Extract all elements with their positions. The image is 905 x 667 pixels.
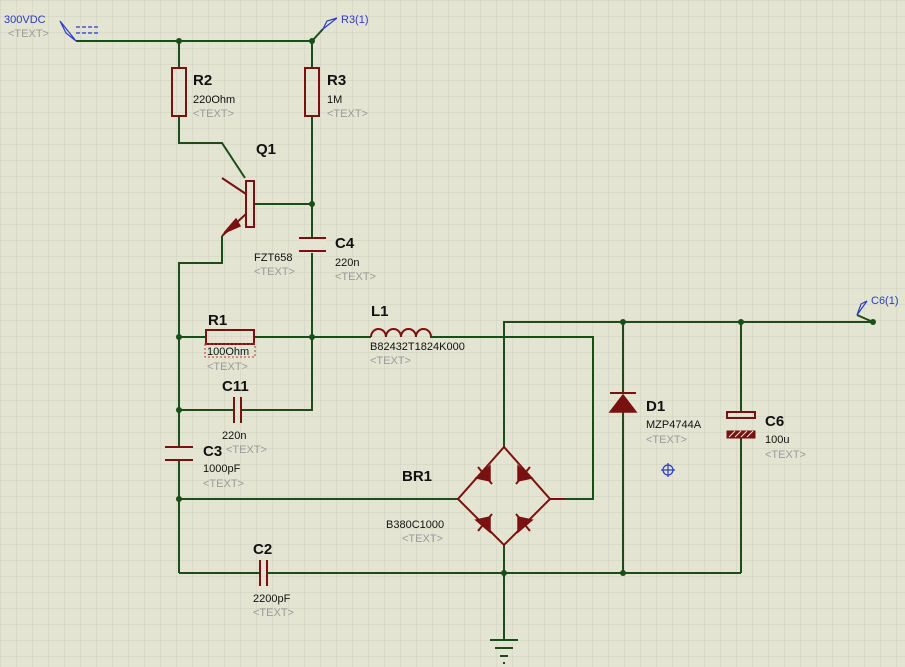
c4-ref: C4 (335, 235, 355, 252)
l1-value: B82432T1824K000 (370, 341, 465, 353)
c6-ref: C6 (765, 413, 784, 430)
l1-ref: L1 (371, 303, 389, 320)
r3-value: 1M (327, 94, 342, 106)
c2-value: 2200pF (253, 593, 291, 605)
r1-ref: R1 (208, 312, 227, 329)
text-placeholder: <TEXT> (8, 28, 49, 40)
d1-ref: D1 (646, 398, 665, 415)
text-placeholder: <TEXT> (402, 533, 443, 545)
q1-value: FZT658 (254, 252, 293, 264)
d1-value: MZP4744A (646, 419, 702, 431)
q1-ref: Q1 (256, 141, 276, 158)
text-placeholder: <TEXT> (327, 108, 368, 120)
schematic-canvas[interactable]: 300VDC <TEXT> R3(1) C6(1) R2 220Ohm <TEX… (0, 0, 905, 667)
r2-value: 220Ohm (193, 94, 235, 106)
c3-value: 1000pF (203, 463, 241, 475)
text-placeholder: <TEXT> (253, 607, 294, 619)
br1-value: B380C1000 (386, 519, 444, 531)
text-placeholder: <TEXT> (254, 266, 295, 278)
terminal-label-r3: R3(1) (341, 14, 369, 26)
text-placeholder: <TEXT> (765, 449, 806, 461)
c4-value: 220n (335, 257, 359, 269)
c11-value: 220n (222, 430, 246, 442)
c3-ref: C3 (203, 443, 222, 460)
text-placeholder: <TEXT> (203, 478, 244, 490)
r1-value: 100Ohm (207, 346, 249, 358)
r3-ref: R3 (327, 72, 346, 89)
grid-background (0, 0, 905, 667)
text-placeholder: <TEXT> (226, 444, 267, 456)
c2-ref: C2 (253, 541, 272, 558)
terminal-label-300vdc: 300VDC (4, 14, 46, 26)
br1-ref: BR1 (402, 468, 432, 485)
text-placeholder: <TEXT> (207, 361, 248, 373)
text-placeholder: <TEXT> (646, 434, 687, 446)
r2-ref: R2 (193, 72, 212, 89)
text-placeholder: <TEXT> (335, 271, 376, 283)
text-placeholder: <TEXT> (370, 355, 411, 367)
terminal-label-c6: C6(1) (871, 295, 899, 307)
c6-value: 100u (765, 434, 789, 446)
text-placeholder: <TEXT> (193, 108, 234, 120)
c11-ref: C11 (222, 378, 249, 395)
